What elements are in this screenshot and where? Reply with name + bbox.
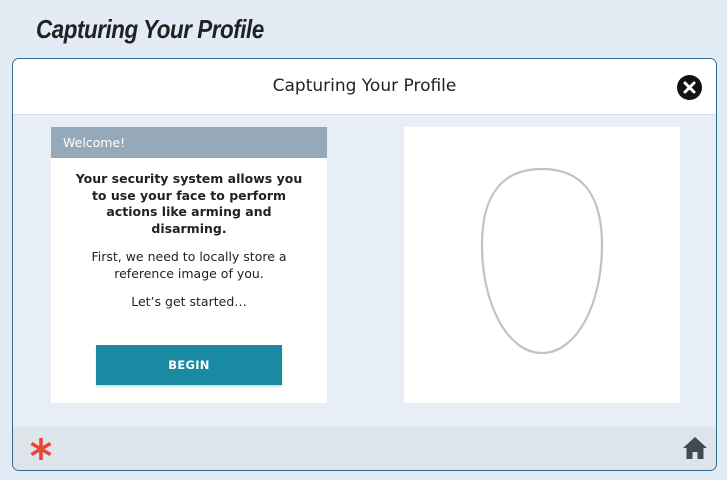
asterisk-logo-icon — [30, 438, 52, 460]
welcome-body: Your security system allows you to use y… — [51, 171, 327, 311]
close-button[interactable] — [677, 75, 702, 100]
window-title: Capturing Your Profile — [272, 76, 457, 96]
page-heading: Capturing Your Profile — [36, 14, 264, 44]
face-outline-icon — [480, 167, 604, 355]
begin-button[interactable]: BEGIN — [96, 345, 282, 385]
welcome-card: Welcome! Your security system allows you… — [51, 127, 327, 403]
home-icon[interactable] — [682, 436, 708, 460]
welcome-header: Welcome! — [51, 127, 327, 158]
footer-bar — [13, 427, 716, 470]
close-icon — [683, 81, 696, 94]
camera-preview — [404, 127, 680, 403]
welcome-instruction: First, we need to locally store a refere… — [91, 249, 287, 281]
welcome-prompt: Let’s get started… — [131, 294, 247, 309]
welcome-description: Your security system allows you to use y… — [75, 171, 303, 236]
profile-window: Capturing Your Profile Welcome! Your sec… — [12, 58, 717, 471]
title-bar: Capturing Your Profile — [13, 59, 716, 115]
